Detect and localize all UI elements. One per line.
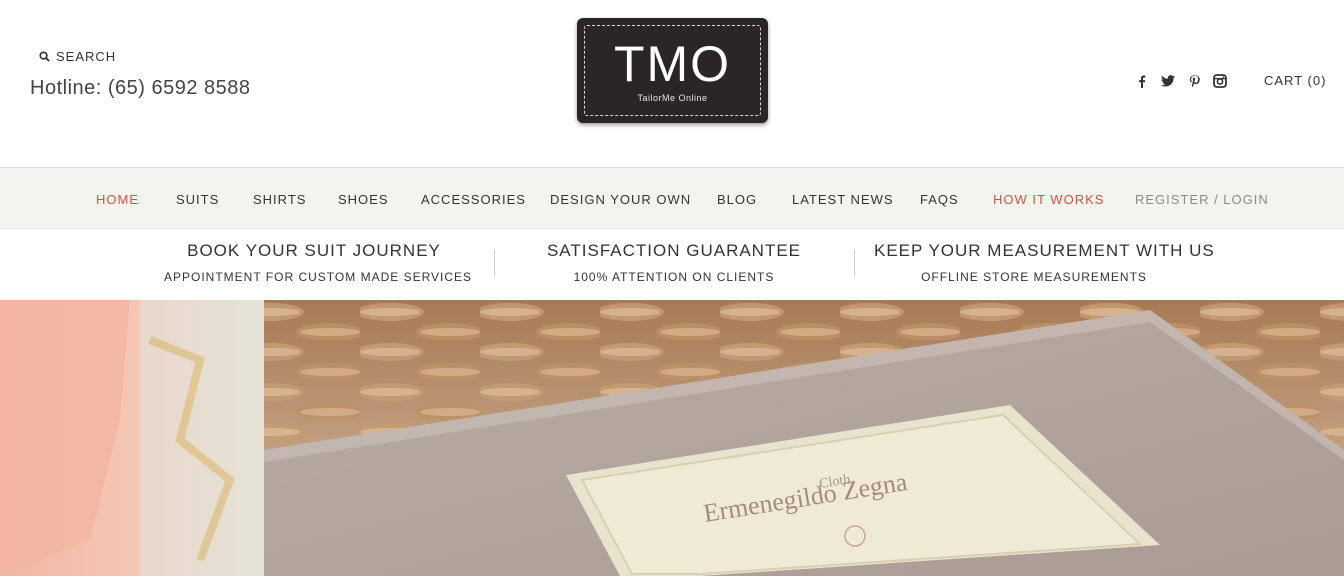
search-label: SEARCH	[56, 49, 117, 64]
hero-image: Cloth Ermenegildo Zegna	[0, 300, 1344, 576]
nav-item-shirts[interactable]: SHIRTS	[253, 192, 306, 207]
promo-subtitle: 100% ATTENTION ON CLIENTS	[573, 270, 775, 284]
instagram-icon[interactable]	[1213, 74, 1227, 88]
promo-strip: BOOK YOUR SUIT JOURNEY APPOINTMENT FOR C…	[0, 229, 1344, 300]
pinterest-icon[interactable]	[1187, 74, 1201, 88]
facebook-icon[interactable]	[1135, 74, 1149, 88]
logo-text: TMO	[613, 35, 732, 92]
promo-book-journey[interactable]: BOOK YOUR SUIT JOURNEY APPOINTMENT FOR C…	[164, 241, 473, 284]
main-nav: HOME SUITS SHIRTS SHOES ACCESSORIES DESI…	[0, 167, 1344, 229]
promo-title: SATISFACTION GUARANTEE	[546, 241, 802, 260]
promo-subtitle: OFFLINE STORE MEASUREMENTS	[921, 270, 1147, 284]
site-header: SEARCH Hotline: (65) 6592 8588 TMO Tailo…	[0, 0, 1344, 167]
nav-item-faqs[interactable]: FAQS	[920, 192, 959, 207]
twitter-icon[interactable]	[1161, 74, 1175, 88]
site-logo[interactable]: TMO TailorMe Online	[577, 18, 768, 123]
promo-title: KEEP YOUR MEASUREMENT WITH US	[874, 241, 1215, 260]
search-icon	[39, 51, 50, 62]
logo-subtitle: TailorMe Online	[637, 92, 708, 103]
nav-item-suits[interactable]: SUITS	[176, 192, 219, 207]
nav-item-blog[interactable]: BLOG	[717, 192, 757, 207]
nav-item-design-your-own[interactable]: DESIGN YOUR OWN	[550, 192, 691, 207]
promo-title: BOOK YOUR SUIT JOURNEY	[187, 241, 441, 260]
search-button[interactable]: SEARCH	[39, 49, 116, 64]
nav-item-latest-news[interactable]: LATEST NEWS	[792, 192, 894, 207]
nav-item-register-login[interactable]: REGISTER / LOGIN	[1135, 192, 1269, 207]
promo-subtitle: APPOINTMENT FOR CUSTOM MADE SERVICES	[164, 270, 473, 284]
nav-item-accessories[interactable]: ACCESSORIES	[421, 192, 526, 207]
promo-divider	[494, 250, 495, 277]
promo-satisfaction[interactable]: SATISFACTION GUARANTEE 100% ATTENTION ON…	[524, 241, 824, 284]
nav-item-shoes[interactable]: SHOES	[338, 192, 389, 207]
cart-link[interactable]: CART (0)	[1264, 73, 1326, 88]
nav-item-home[interactable]: HOME	[96, 192, 139, 207]
promo-divider	[854, 250, 855, 277]
nav-item-how-it-works[interactable]: HOW IT WORKS	[993, 192, 1104, 207]
promo-measurement[interactable]: KEEP YOUR MEASUREMENT WITH US OFFLINE ST…	[874, 241, 1215, 284]
logo-frame: TMO TailorMe Online	[584, 25, 761, 116]
hero-banner[interactable]: Cloth Ermenegildo Zegna	[0, 300, 1344, 576]
hotline-text: Hotline: (65) 6592 8588	[30, 77, 251, 99]
social-links	[1135, 74, 1227, 88]
